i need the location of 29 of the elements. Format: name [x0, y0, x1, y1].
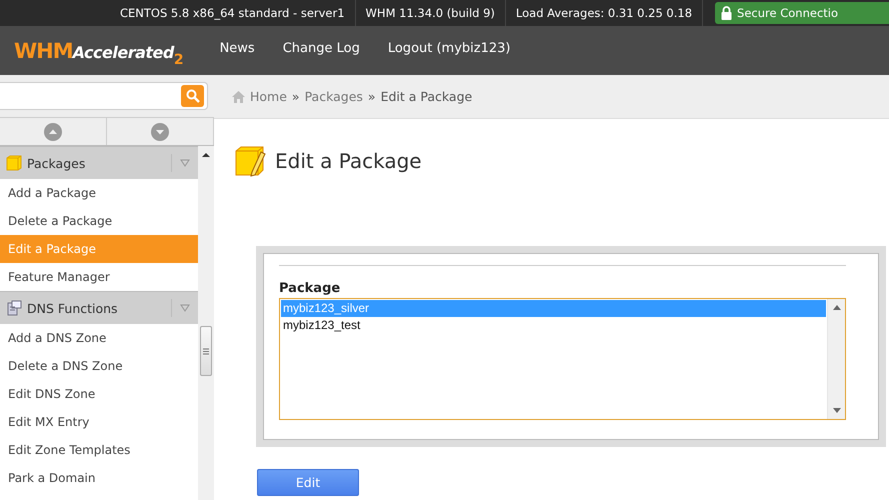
secure-connection-badge: Secure Connectio [715, 2, 889, 24]
listbox-option[interactable]: mybiz123_test [281, 317, 826, 334]
field-label: Package [279, 281, 342, 296]
caret-icon [180, 159, 190, 167]
grip-icon[interactable] [203, 348, 209, 354]
up-arrow-icon[interactable] [202, 152, 210, 158]
sidebar-group-header[interactable]: Packages [0, 146, 198, 179]
search-field[interactable] [0, 82, 208, 110]
lock-icon [721, 6, 732, 20]
up-arrow-icon[interactable] [832, 305, 840, 310]
caret-icon [180, 304, 190, 312]
nav-link[interactable]: News [220, 41, 255, 56]
server-icon [6, 300, 22, 316]
home-icon [232, 90, 245, 102]
package-listbox[interactable]: mybiz123_silver mybiz123_test [279, 298, 846, 420]
package-pencil-icon [234, 145, 266, 177]
search-icon [186, 89, 200, 103]
nav-link[interactable]: Logout (mybiz123) [388, 41, 510, 56]
breadcrumb-separator: » [292, 89, 300, 104]
breadcrumb-link[interactable]: Packages [304, 89, 363, 104]
package-icon [6, 155, 22, 171]
breadcrumb-current: Edit a Package [380, 89, 472, 104]
sidebar-group-header[interactable]: DNS Functions [0, 291, 198, 324]
page-title: Edit a Package [275, 149, 422, 173]
nav-link[interactable]: Change Log [282, 41, 360, 56]
search-button[interactable] [181, 85, 204, 107]
breadcrumb-link[interactable]: Home [250, 89, 287, 104]
breadcrumb-separator: » [368, 89, 376, 104]
down-arrow-icon[interactable] [832, 408, 840, 413]
